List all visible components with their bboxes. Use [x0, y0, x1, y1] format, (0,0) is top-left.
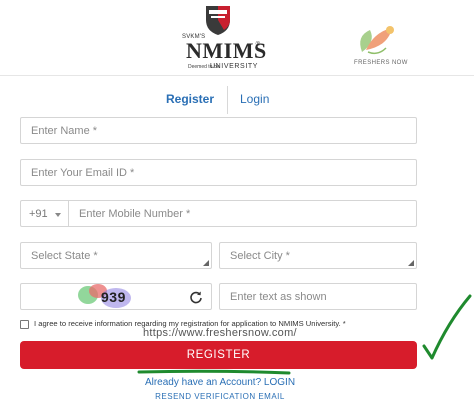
checkmark-icon	[422, 294, 472, 360]
dropdown-triangle-icon	[203, 260, 209, 266]
dropdown-triangle-icon	[408, 260, 414, 266]
login-link[interactable]: Already have an Account? LOGIN	[0, 377, 440, 388]
city-select-label: Select City *	[230, 250, 290, 262]
logo-registered-mark: ®	[255, 42, 260, 48]
tab-login[interactable]: Login	[240, 92, 269, 106]
freshersnow-leaf-icon	[360, 26, 394, 55]
nmims-logo: SVKM'S NMIMS ® Deemed to be UNIVERSITY	[176, 4, 266, 72]
captcha-input[interactable]	[220, 284, 416, 309]
state-select[interactable]: Select State *	[20, 242, 212, 269]
nmims-crest-icon	[206, 6, 230, 35]
register-button[interactable]: REGISTER	[20, 341, 417, 369]
tab-register[interactable]: Register	[166, 92, 214, 106]
state-select-label: Select State *	[31, 250, 98, 262]
captcha-field-wrap	[219, 283, 417, 310]
auth-tabs: Register Login	[150, 86, 330, 114]
name-field-wrap	[20, 117, 417, 144]
logo-university-text: UNIVERSITY	[210, 63, 259, 70]
freshersnow-label: FRESHERS NOW	[354, 60, 408, 66]
name-input[interactable]	[21, 118, 416, 143]
mobile-field-wrap	[68, 200, 417, 227]
header: SVKM'S NMIMS ® Deemed to be UNIVERSITY F…	[0, 0, 474, 76]
freshersnow-logo: FRESHERS NOW	[352, 22, 408, 72]
email-field-wrap	[20, 159, 417, 186]
country-code-select[interactable]: +91	[20, 200, 68, 227]
chevron-down-icon	[55, 213, 61, 217]
resend-verification-link[interactable]: RESEND VERIFICATION EMAIL	[0, 392, 440, 401]
city-select[interactable]: Select City *	[219, 242, 417, 269]
captcha-text: 939	[101, 289, 126, 305]
consent-checkbox[interactable]	[20, 320, 29, 329]
email-input[interactable]	[21, 160, 416, 185]
mobile-input[interactable]	[69, 201, 416, 226]
refresh-icon[interactable]	[189, 290, 203, 304]
tab-divider	[227, 86, 228, 114]
captcha-image: 939	[20, 283, 212, 310]
green-underline-annotation	[137, 369, 291, 375]
watermark-url: https://www.freshersnow.com/	[143, 327, 297, 339]
country-code-value: +91	[29, 208, 48, 220]
